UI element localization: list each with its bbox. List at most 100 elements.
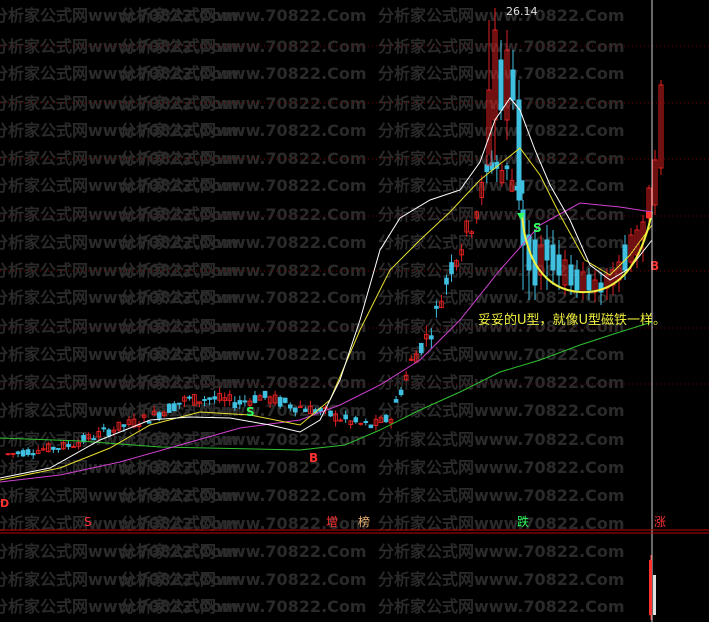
- watermark-text: 分析家公式网www.70822.Com: [120, 121, 367, 140]
- candle-body: [568, 264, 574, 286]
- candle-body: [383, 414, 389, 423]
- watermark-text: 分析家公式网www.70822.Com: [378, 373, 625, 392]
- candle-body: [172, 403, 177, 412]
- candle-body: [242, 400, 248, 403]
- signal-label: B: [650, 259, 659, 273]
- watermark-text: 分析家公式网www.70822.Com: [378, 121, 625, 140]
- watermark-text: 分析家公式网www.70822.Com: [120, 430, 367, 449]
- candle-body: [71, 445, 76, 448]
- watermark-text: 分析家公式网www.70822.Com: [378, 149, 625, 168]
- candle-body: [25, 449, 31, 455]
- watermark-text: 分析家公式网www.70822.Com: [378, 486, 625, 505]
- candle-body: [484, 164, 490, 172]
- watermark-text: 分析家公式网www.70822.Com: [120, 233, 367, 252]
- candle-body: [20, 450, 26, 457]
- candle-body: [622, 244, 628, 271]
- candle-body: [252, 395, 258, 403]
- candle-body: [328, 410, 333, 417]
- volume-bar: [653, 575, 656, 615]
- watermark-text: 分析家公式网www.70822.Com: [378, 570, 625, 589]
- candle-body: [146, 421, 152, 424]
- candle-body: [287, 404, 293, 409]
- watermark-text: 分析家公式网www.70822.Com: [120, 373, 367, 392]
- candle-body: [393, 399, 399, 403]
- watermark-text: 分析家公式网www.70822.Com: [378, 430, 625, 449]
- u-shape-annotation: 妥妥的U型，就像U型磁铁一样。: [478, 312, 666, 328]
- candle-body: [121, 424, 127, 427]
- watermark-text: 分析家公式网www.70822.Com: [120, 345, 367, 364]
- candle-body: [177, 402, 182, 405]
- candle-body: [338, 419, 343, 422]
- watermark-text: 分析家公式网www.70822.Com: [120, 597, 367, 616]
- candle-body: [106, 429, 112, 437]
- candle-body: [166, 403, 172, 413]
- candle-body: [353, 417, 359, 423]
- candle-body: [232, 402, 238, 408]
- bottom-label: 涨: [654, 514, 666, 529]
- candle-body: [303, 408, 308, 412]
- watermark-text: 分析家公式网www.70822.Com: [120, 486, 367, 505]
- candle-body: [368, 424, 374, 429]
- candle-body: [449, 262, 454, 275]
- candle-body: [237, 400, 243, 405]
- watermark-text: 分析家公式网www.70822.Com: [120, 176, 367, 195]
- watermark-text: 分析家公式网www.70822.Com: [120, 205, 367, 224]
- bottom-label: 榜: [358, 514, 370, 529]
- candle-body: [510, 69, 516, 101]
- watermark-text: 分析家公式网www.70822.Com: [378, 597, 625, 616]
- watermark-text: 分析家公式网www.70822.Com: [378, 233, 625, 252]
- candle-body: [498, 59, 504, 111]
- bottom-label: 跌: [517, 514, 529, 529]
- watermark-text: 分析家公式网www.70822.Com: [120, 64, 367, 83]
- watermark-text: 分析家公式网www.70822.Com: [120, 6, 367, 25]
- candle-body: [262, 390, 268, 398]
- candle-body: [556, 254, 562, 276]
- candle-body: [56, 447, 61, 450]
- bottom-label: 增: [326, 515, 338, 529]
- watermark-text: 分析家公式网www.70822.Com: [378, 288, 625, 307]
- candle-body: [156, 412, 162, 419]
- candle-body: [398, 389, 404, 396]
- candle-body: [66, 444, 71, 448]
- signal-label: B: [309, 451, 318, 465]
- watermark-text: 分析家公式网www.70822.Com: [378, 6, 625, 25]
- watermark-text: 分析家公式网www.70822.Com: [378, 401, 625, 420]
- candle-body: [292, 407, 298, 413]
- candle-body: [10, 452, 16, 455]
- peak-value-label: 26.14: [506, 5, 538, 18]
- candle-body: [207, 397, 212, 400]
- candle-body: [504, 165, 510, 170]
- watermark-text: 分析家公式网www.70822.Com: [120, 542, 367, 561]
- bottom-label: S: [84, 515, 92, 529]
- candle-body: [418, 343, 424, 354]
- left-marker: D: [0, 497, 9, 510]
- watermark-text: 分析家公式网www.70822.Com: [378, 345, 625, 364]
- watermark-text: 分析家公式网www.70822.Com: [120, 570, 367, 589]
- candle-body: [363, 421, 369, 424]
- watermark-text: 分析家公式网www.70822.Com: [378, 176, 625, 195]
- watermark-text: 分析家公式网www.70822.Com: [378, 205, 625, 224]
- candle-body: [15, 451, 21, 455]
- signal-square-icon: [646, 212, 652, 218]
- candle-body: [429, 335, 434, 340]
- candle-body: [343, 414, 348, 420]
- candle-body: [187, 396, 192, 399]
- watermark-text: 分析家公式网www.70822.Com: [120, 317, 367, 336]
- candle-body: [101, 427, 107, 430]
- signal-label: S: [246, 405, 255, 419]
- watermark-text: 分析家公式网www.70822.Com: [120, 288, 367, 307]
- watermark-text: 分析家公式网www.70822.Com: [120, 458, 367, 477]
- signal-label: S: [533, 221, 542, 235]
- candle-body: [5, 453, 11, 456]
- candle-body: [202, 399, 207, 402]
- candle-body: [91, 438, 96, 441]
- candle-body: [358, 422, 364, 425]
- candle-body: [212, 396, 217, 400]
- candle-body: [544, 239, 550, 261]
- candle-body: [550, 244, 556, 271]
- candle-body: [51, 446, 56, 450]
- candle-body: [282, 397, 288, 403]
- candle-body: [30, 453, 36, 456]
- candle-body: [444, 277, 449, 285]
- watermark-text: 分析家公式网www.70822.Com: [378, 542, 625, 561]
